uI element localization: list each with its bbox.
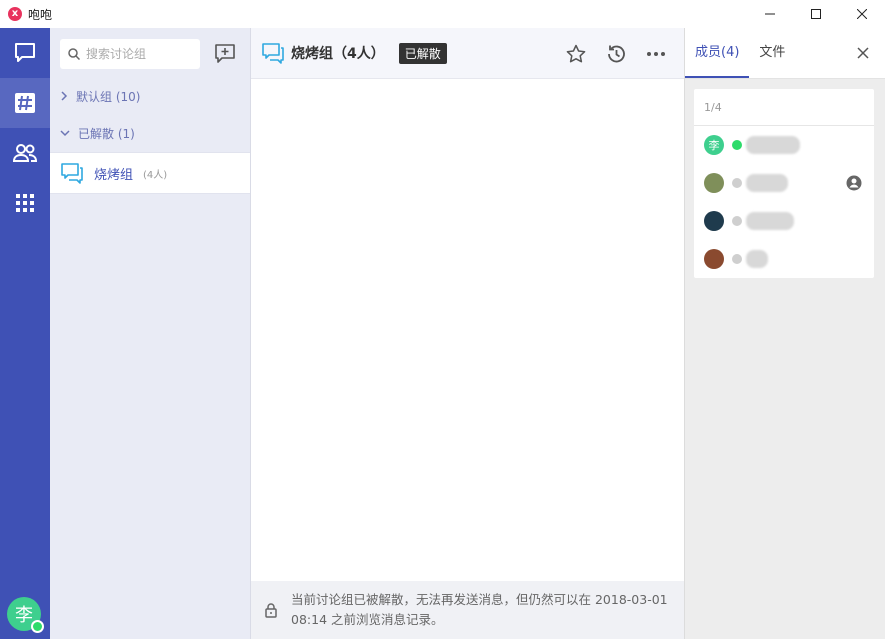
app-logo-icon: x — [8, 7, 22, 21]
member-name-blurred — [746, 250, 768, 268]
member-list: 1/4 李 — [694, 89, 874, 278]
dissolved-notice-text: 当前讨论组已被解散，无法再发送消息，但仍然可以在 2018-03-01 08:1… — [291, 592, 668, 627]
conversation-name: 烧烤组 — [94, 167, 134, 183]
group-header-dissolved[interactable]: 已解散 (1) — [50, 116, 250, 150]
member-row[interactable] — [694, 202, 874, 240]
admin-user-icon — [846, 175, 862, 191]
online-status-dot — [31, 620, 44, 633]
group-chat-icon — [262, 43, 284, 64]
offline-status-dot — [732, 178, 742, 188]
member-row[interactable]: 李 — [694, 126, 874, 164]
lock-icon — [251, 602, 291, 618]
title-bar: x 咆咆 — [0, 0, 885, 28]
member-page-count: 1/4 — [694, 89, 874, 126]
hash-icon — [15, 93, 35, 113]
rail-item-apps[interactable] — [0, 178, 50, 228]
history-icon — [608, 45, 625, 63]
user-avatar-text: 李 — [15, 605, 33, 626]
group-chat-icon — [61, 163, 83, 184]
close-window-button[interactable] — [839, 0, 885, 28]
tab-files[interactable]: 文件 — [749, 28, 795, 78]
minimize-icon — [765, 13, 775, 15]
group-header-label: 默认组 (10) — [76, 89, 141, 104]
chat-header: 烧烤组（4人） 已解散 — [251, 28, 684, 79]
offline-status-dot — [732, 254, 742, 264]
chevron-down-icon — [60, 130, 70, 137]
offline-status-dot — [732, 216, 742, 226]
search-icon — [68, 48, 80, 60]
minimize-button[interactable] — [747, 0, 793, 28]
more-icon — [647, 52, 665, 56]
chat-area: 烧烤组（4人） 已解散 当前讨论组已被解散，无法再发送消息，但仍然可以在 201… — [251, 28, 684, 639]
close-panel-button[interactable] — [853, 43, 873, 63]
close-icon — [857, 9, 867, 19]
chat-icon — [15, 43, 35, 62]
chat-title: 烧烤组（4人） — [291, 46, 385, 62]
grid-icon — [16, 194, 34, 212]
new-group-button[interactable] — [212, 41, 238, 67]
maximize-button[interactable] — [793, 0, 839, 28]
window-controls — [747, 0, 885, 28]
close-icon — [857, 47, 869, 59]
tab-members[interactable]: 成员(4) — [685, 28, 750, 78]
user-avatar[interactable]: 李 — [7, 597, 44, 633]
dissolved-badge: 已解散 — [398, 42, 447, 64]
member-avatar: 李 — [704, 135, 724, 155]
group-list-panel: 默认组 (10) 已解散 (1) 烧烤组 (4人) — [50, 28, 251, 639]
nav-rail: 李 — [0, 28, 50, 639]
member-row[interactable] — [694, 164, 874, 202]
member-name-blurred — [746, 136, 800, 154]
history-button[interactable] — [596, 39, 636, 69]
member-avatar — [704, 249, 724, 269]
chat-actions — [556, 39, 676, 69]
member-name-blurred — [746, 212, 794, 230]
more-button[interactable] — [636, 39, 676, 69]
rail-item-groups[interactable] — [0, 78, 50, 128]
online-status-dot — [732, 140, 742, 150]
maximize-icon — [811, 9, 821, 19]
favorite-button[interactable] — [556, 39, 596, 69]
conversation-member-count: (4人) — [143, 169, 168, 181]
member-avatar — [704, 211, 724, 231]
member-row[interactable] — [694, 240, 874, 278]
chat-footer-notice: 当前讨论组已被解散，无法再发送消息，但仍然可以在 2018-03-01 08:1… — [251, 581, 684, 639]
member-avatar — [704, 173, 724, 193]
group-header-default[interactable]: 默认组 (10) — [50, 79, 250, 113]
conversation-item[interactable]: 烧烤组 (4人) — [50, 152, 250, 194]
star-icon — [566, 44, 586, 63]
rail-item-messages[interactable] — [0, 28, 50, 78]
app-title: 咆咆 — [28, 7, 53, 22]
rail-item-contacts[interactable] — [0, 128, 50, 178]
group-header-label: 已解散 (1) — [78, 126, 135, 141]
contacts-icon — [13, 144, 37, 162]
search-input[interactable] — [86, 47, 186, 61]
panel-tabs: 成员(4) 文件 — [685, 28, 885, 79]
search-box — [60, 39, 200, 69]
chevron-right-icon — [61, 91, 68, 101]
members-panel: 成员(4) 文件 1/4 李 — [684, 28, 885, 639]
add-chat-icon — [215, 44, 235, 63]
member-name-blurred — [746, 174, 788, 192]
